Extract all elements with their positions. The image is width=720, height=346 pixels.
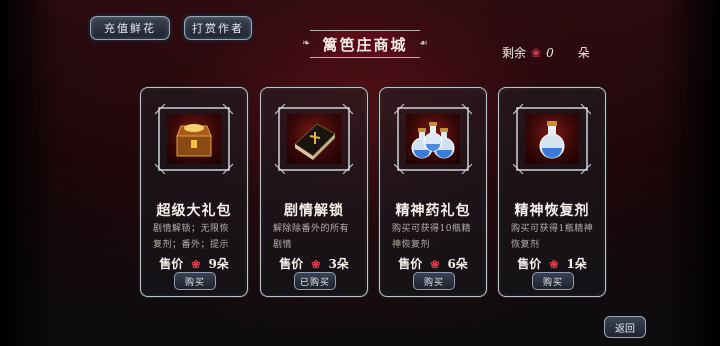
- item-description: 剧情解锁；无限恢复剂；番外；提示: [153, 224, 230, 250]
- treasure-chest-icon: [167, 114, 221, 164]
- buy-button[interactable]: 购买: [413, 272, 455, 290]
- shop-screen: 充值鲜花 打赏作者 ❧ ☙ 篱笆庄商城 剩余 ❀ 0 朵 超级大礼包 剧情解锁；…: [0, 0, 720, 346]
- shop-card-story-unlock: 剧情解锁 解除除番外的所有剧情 售价 ❀ 3朵 已购买: [260, 87, 368, 297]
- item-frame: [275, 104, 353, 174]
- price-value: 1朵: [566, 257, 587, 271]
- price-value: 6朵: [447, 257, 468, 271]
- item-description: 购买可获得1瓶精神恢复剂: [511, 224, 594, 250]
- remaining-label: 剩余: [502, 46, 527, 60]
- rose-icon: ❀: [311, 258, 321, 271]
- tip-author-button[interactable]: 打赏作者: [184, 16, 252, 40]
- item-name: 精神药礼包: [395, 203, 471, 219]
- item-price: 售价 ❀ 1朵: [499, 255, 605, 272]
- item-description: 购买可获得10瓶精神恢复剂: [392, 224, 471, 250]
- remaining-unit: 朵: [577, 46, 590, 60]
- page-title: 篱笆庄商城: [322, 36, 408, 54]
- price-label: 售价: [279, 257, 304, 271]
- remaining-flowers: 剩余 ❀ 0 朵: [502, 44, 590, 61]
- purchased-button[interactable]: 已购买: [294, 272, 336, 290]
- item-frame: [155, 104, 233, 174]
- price-value: 9朵: [208, 257, 229, 271]
- price-value: 3朵: [328, 257, 349, 271]
- shop-title-plaque: ❧ ☙ 篱笆庄商城: [300, 22, 430, 62]
- back-button[interactable]: 返回: [604, 316, 646, 338]
- recharge-flowers-button[interactable]: 充值鲜花: [90, 16, 170, 40]
- item-frame: [394, 104, 472, 174]
- potion-bottles-icon: [406, 114, 460, 164]
- rose-icon: ❀: [430, 258, 440, 271]
- potion-bottle-icon: [525, 114, 579, 164]
- item-name: 剧情解锁: [284, 203, 344, 219]
- rose-icon: ❀: [549, 258, 559, 271]
- item-price: 售价 ❀ 9朵: [141, 255, 247, 272]
- price-label: 售价: [398, 257, 423, 271]
- rose-icon: ❀: [531, 45, 542, 60]
- remaining-count: 0: [546, 45, 554, 60]
- item-name: 超级大礼包: [156, 203, 232, 219]
- item-price: 售价 ❀ 6朵: [380, 255, 486, 272]
- item-description: 解除除番外的所有剧情: [273, 224, 350, 250]
- bible-book-icon: [287, 114, 341, 164]
- shop-card-potion-pack: 精神药礼包 购买可获得10瓶精神恢复剂 售价 ❀ 6朵 购买: [379, 87, 487, 297]
- price-label: 售价: [517, 257, 542, 271]
- shop-card-super-gift: 超级大礼包 剧情解锁；无限恢复剂；番外；提示 售价 ❀ 9朵 购买: [140, 87, 248, 297]
- item-price: 售价 ❀ 3朵: [261, 255, 367, 272]
- shop-card-potion: 精神恢复剂 购买可获得1瓶精神恢复剂 售价 ❀ 1朵 购买: [498, 87, 606, 297]
- buy-button[interactable]: 购买: [174, 272, 216, 290]
- buy-button[interactable]: 购买: [532, 272, 574, 290]
- rose-icon: ❀: [191, 258, 201, 271]
- item-name: 精神恢复剂: [514, 203, 590, 219]
- price-label: 售价: [159, 257, 184, 271]
- item-frame: [513, 104, 591, 174]
